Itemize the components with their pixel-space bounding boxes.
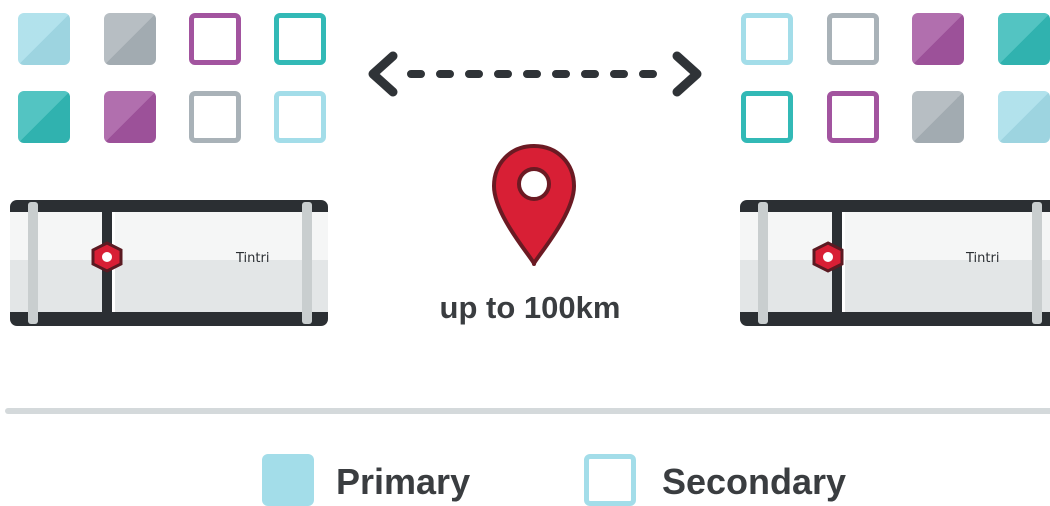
secondary-vm-square <box>189 13 241 65</box>
secondary-vm-square <box>189 91 241 143</box>
appliance-brand-label: Tintri <box>965 251 999 266</box>
tintri-logo-icon <box>812 241 844 273</box>
tintri-logo-icon <box>91 241 123 273</box>
secondary-vm-square <box>741 13 793 65</box>
secondary-vm-square <box>827 13 879 65</box>
distance-label: up to 100km <box>439 290 621 325</box>
primary-vm-square <box>912 13 964 65</box>
appliance-brand-label: Tintri <box>235 251 269 266</box>
primary-vm-square <box>104 91 156 143</box>
primary-vm-square <box>18 91 70 143</box>
double-arrow-dashed-icon <box>368 51 702 97</box>
primary-vm-square <box>912 91 964 143</box>
primary-vm-square <box>998 13 1050 65</box>
legend-secondary-swatch <box>584 454 636 506</box>
primary-storage-appliance: Tintri <box>10 200 328 326</box>
secondary-vm-square <box>741 91 793 143</box>
secondary-vm-square <box>274 91 326 143</box>
legend-primary-swatch <box>262 454 314 506</box>
legend-primary-label: Primary <box>336 461 471 502</box>
primary-vm-square <box>104 13 156 65</box>
divider <box>5 408 1050 414</box>
secondary-storage-appliance: Tintri <box>740 200 1050 326</box>
map-pin-icon <box>492 144 576 266</box>
secondary-vm-square <box>274 13 326 65</box>
primary-vm-square <box>18 13 70 65</box>
secondary-vm-square <box>827 91 879 143</box>
primary-vm-square <box>998 91 1050 143</box>
legend-secondary-label: Secondary <box>662 461 847 502</box>
